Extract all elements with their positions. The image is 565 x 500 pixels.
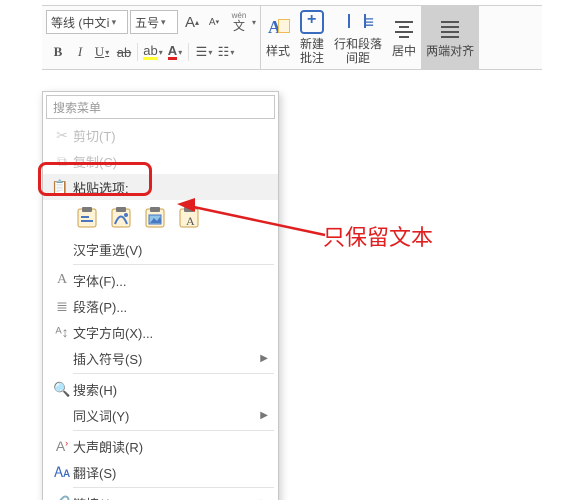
styles-button[interactable]: 样式: [261, 6, 295, 69]
numbering-button[interactable]: ☷▾: [216, 41, 236, 63]
menu-search-input[interactable]: 搜索菜单: [46, 95, 275, 119]
menu-read-aloud[interactable]: A› 大声朗读(R): [43, 433, 278, 459]
align-justify-icon: [438, 17, 462, 41]
menu-cut: ✂ 剪切(T): [43, 122, 278, 148]
ribbon-font-group: 等线 (中文ⅰ ▾ 五号 ▾ A▴ A▾ wén 文 ▾ B I U▾ ab a…: [42, 6, 261, 69]
new-comment-button[interactable]: 新建 批注: [295, 6, 329, 69]
phonetic-guide-button[interactable]: wén 文: [226, 11, 252, 33]
font-size-combo[interactable]: 五号 ▾: [130, 10, 178, 34]
numbering-icon: ☷: [218, 44, 230, 60]
chevron-down-icon: ▾: [252, 18, 256, 27]
align-center-button[interactable]: 居中: [387, 6, 421, 69]
bullets-icon: ☰: [196, 44, 208, 60]
cut-icon: ✂: [51, 127, 73, 144]
comment-icon: [300, 10, 324, 34]
paste-icon: 📋: [51, 179, 73, 196]
paste-picture-icon: [143, 206, 167, 230]
read-aloud-icon: A›: [51, 438, 73, 454]
font-family-combo[interactable]: 等线 (中文ⅰ ▾: [46, 10, 128, 34]
svg-text:A: A: [186, 214, 195, 228]
underline-button[interactable]: U▾: [92, 41, 112, 63]
menu-insert-symbol[interactable]: 插入符号(S) ▶: [43, 345, 278, 371]
menu-translate[interactable]: 🗛 翻译(S): [43, 459, 278, 485]
copy-icon: ⧉: [51, 153, 73, 170]
italic-button[interactable]: I: [70, 41, 90, 63]
menu-paragraph[interactable]: ≣ 段落(P)...: [43, 293, 278, 319]
menu-search[interactable]: 🔍 搜索(H): [43, 376, 278, 402]
font-size-value: 五号: [135, 14, 159, 31]
search-icon: 🔍: [51, 381, 73, 398]
menu-hanzi-reselect[interactable]: 汉字重选(V): [43, 236, 278, 262]
menu-text-direction[interactable]: ᴬ↕ 文字方向(X)...: [43, 319, 278, 345]
annotation-label: 只保留文本: [323, 220, 433, 252]
paste-merge-formatting-button[interactable]: [107, 204, 135, 232]
line-spacing-button[interactable]: 行和段落 间距: [329, 6, 387, 69]
ribbon: 等线 (中文ⅰ ▾ 五号 ▾ A▴ A▾ wén 文 ▾ B I U▾ ab a…: [42, 5, 542, 70]
menu-font[interactable]: A 字体(F)...: [43, 267, 278, 293]
align-justify-button[interactable]: 两端对齐: [421, 6, 479, 69]
font-family-value: 等线 (中文ⅰ: [51, 14, 110, 31]
paste-merge-formatting-icon: [109, 206, 133, 230]
menu-paste-options-header: 📋 粘贴选项:: [43, 174, 278, 200]
submenu-arrow-icon: ▶: [260, 353, 268, 364]
shrink-font-button[interactable]: A▾: [204, 11, 224, 33]
paragraph-dialog-icon: ≣: [51, 298, 73, 315]
styles-icon: [266, 17, 290, 41]
menu-thesaurus[interactable]: 同义词(Y) ▶: [43, 402, 278, 428]
ribbon-large-buttons: 样式 新建 批注 行和段落 间距 居中 两端对齐: [261, 6, 479, 69]
paste-text-only-button[interactable]: A: [175, 204, 203, 232]
context-menu: 搜索菜单 ✂ 剪切(T) ⧉ 复制(C) 📋 粘贴选项:: [42, 91, 279, 500]
text-direction-icon: ᴬ↕: [51, 324, 73, 340]
paste-keep-source-button[interactable]: [73, 204, 101, 232]
menu-separator: [73, 430, 274, 431]
grow-font-button[interactable]: A▴: [182, 11, 202, 33]
font-color-button[interactable]: A▾: [165, 41, 185, 63]
paste-picture-button[interactable]: [141, 204, 169, 232]
menu-hyperlink[interactable]: 🔗 链接(I) ▶: [43, 490, 278, 500]
highlight-color-button[interactable]: ab▾: [143, 41, 163, 63]
spacing-icon: [346, 10, 370, 34]
submenu-arrow-icon: ▶: [260, 410, 268, 421]
menu-separator: [73, 487, 274, 488]
bullets-button[interactable]: ☰▾: [194, 41, 214, 63]
strikethrough-button[interactable]: ab: [114, 41, 134, 63]
menu-separator: [73, 373, 274, 374]
align-center-icon: [392, 17, 416, 41]
chevron-down-icon: ▾: [112, 17, 117, 28]
paste-keep-source-icon: [75, 206, 99, 230]
menu-paste-options-row: A: [43, 200, 278, 236]
translate-icon: 🗛: [51, 464, 73, 481]
chevron-down-icon: ▾: [161, 17, 166, 28]
bold-button[interactable]: B: [48, 41, 68, 63]
highlight-icon: ab: [143, 44, 157, 60]
menu-separator: [73, 264, 274, 265]
font-dialog-icon: A: [51, 272, 73, 288]
paste-text-only-icon: A: [177, 206, 201, 230]
link-icon: 🔗: [51, 495, 73, 500]
menu-copy: ⧉ 复制(C): [43, 148, 278, 174]
